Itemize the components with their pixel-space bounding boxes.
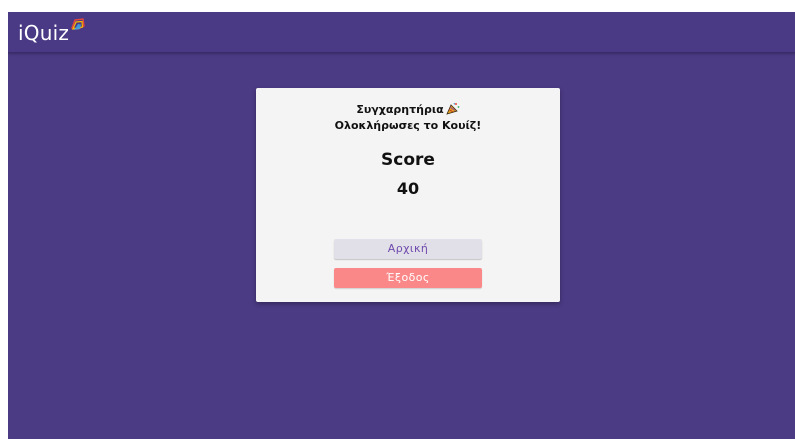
congrats-message: Συγχαρητήρια Ολοκλήρωσες το Κουίζ! <box>256 102 560 134</box>
congrats-line-1: Συγχαρητήρια <box>256 102 560 118</box>
home-button[interactable]: Αρχική <box>334 239 482 259</box>
brand-name: iQuiz <box>18 21 70 45</box>
app-screen: iQuiz Συγχαρητήρια Ολοκλήρωσες το Κουίζ!… <box>8 12 795 439</box>
top-navbar: iQuiz <box>8 12 795 53</box>
congrats-title: Συγχαρητήρια <box>356 103 444 116</box>
quiz-logo-icon <box>71 18 85 30</box>
score-label: Score <box>381 150 435 170</box>
brand-link[interactable]: iQuiz <box>18 18 86 46</box>
congrats-line-2: Ολοκλήρωσες το Κουίζ! <box>334 119 482 132</box>
result-card: Συγχαρητήρια Ολοκλήρωσες το Κουίζ! Score… <box>256 88 560 302</box>
exit-button[interactable]: Έξοδος <box>334 268 482 288</box>
score-value: 40 <box>396 179 420 198</box>
party-popper-icon <box>445 102 460 115</box>
